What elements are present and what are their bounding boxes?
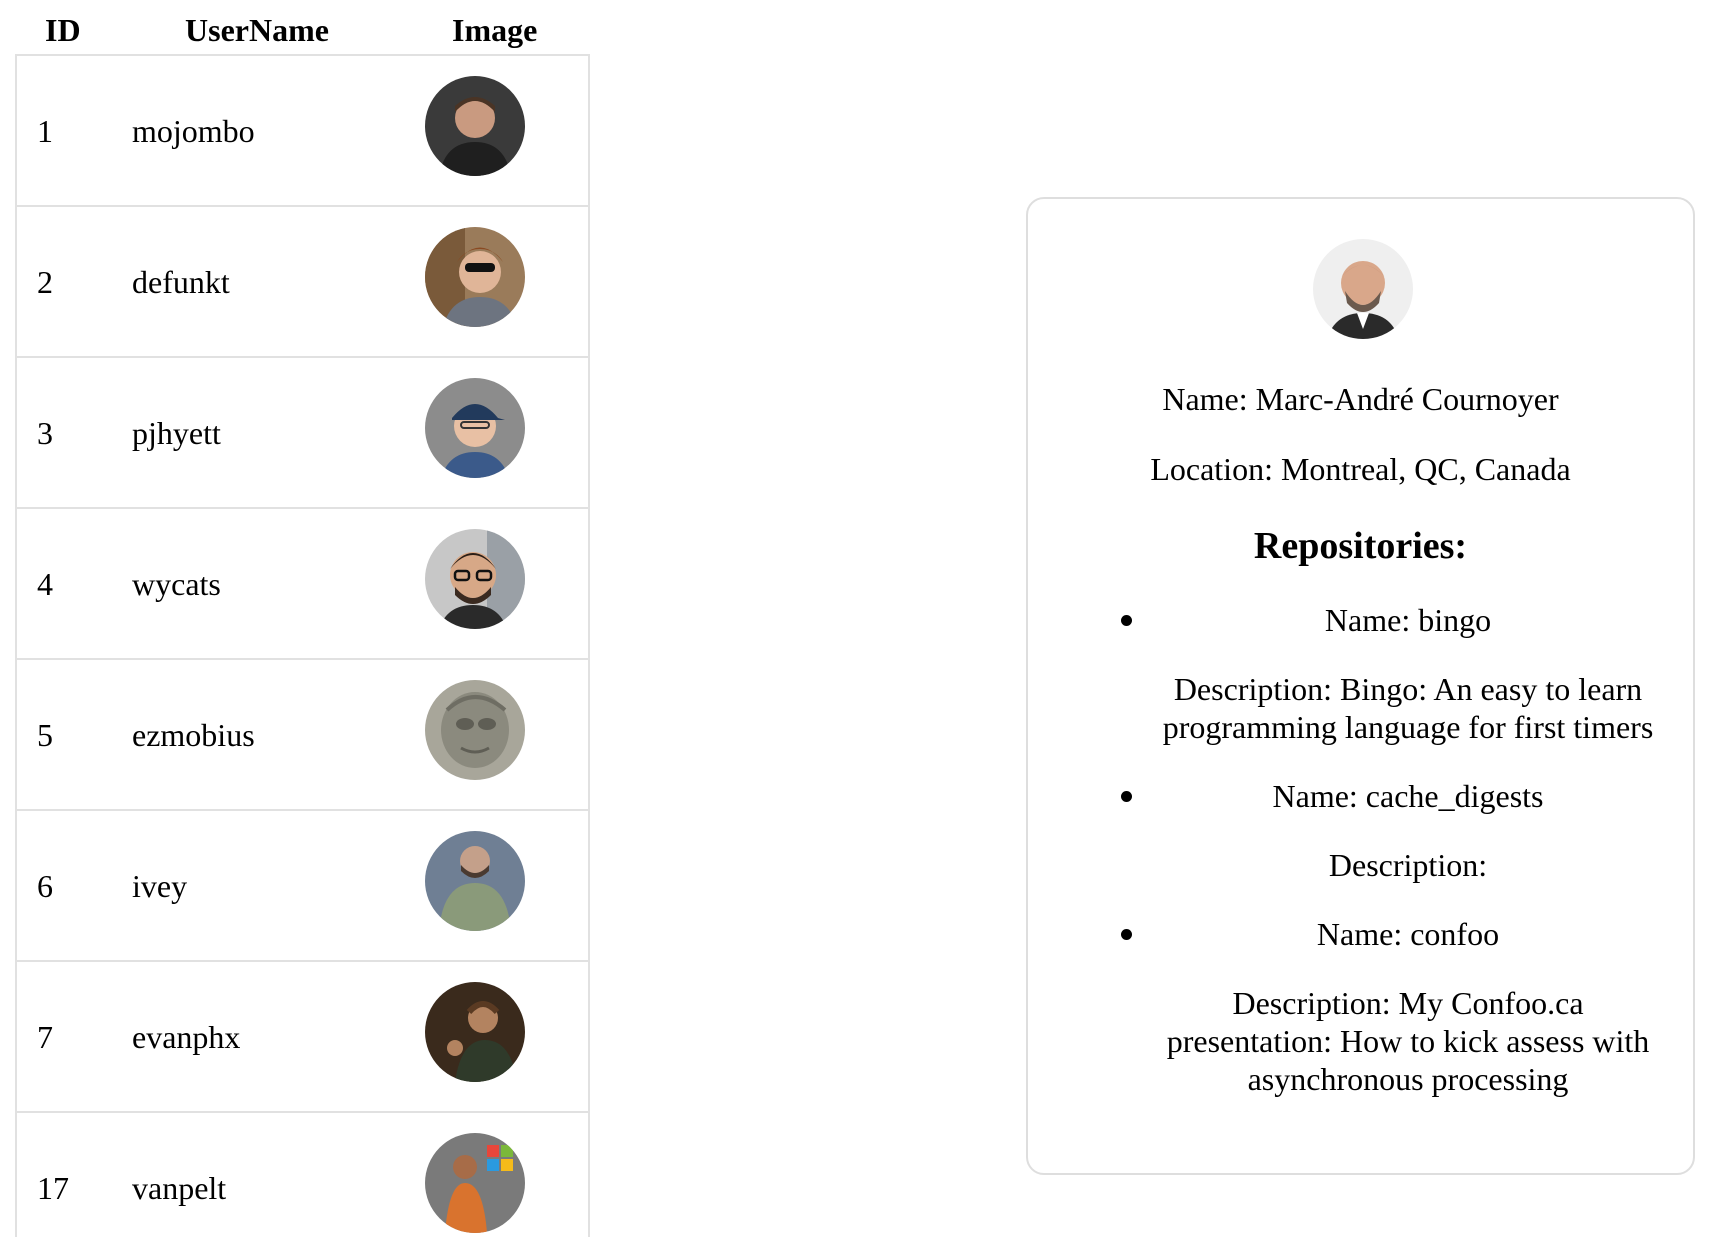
avatar[interactable] [425,982,525,1082]
repository-description: Description: [1328,847,1488,883]
user-table: ID UserName Image 1 mojombo 2 defunkt 3 … [15,0,590,1237]
user-id: 1 [37,113,53,149]
table-header: ID UserName Image [15,0,590,54]
user-id: 4 [37,566,53,602]
user-id: 7 [37,1019,53,1055]
table-row[interactable]: 7 evanphx [17,962,588,1113]
avatar[interactable] [425,227,525,327]
repository-description: Description: Bingo: An easy to learn pro… [1162,671,1654,745]
avatar[interactable] [425,1133,525,1233]
table-row[interactable]: 3 pjhyett [17,358,588,509]
table-row[interactable]: 6 ivey [17,811,588,962]
repository-list: Name: bingo Description: Bingo: An easy … [1028,601,1693,1098]
detail-avatar [1313,239,1413,339]
username: defunkt [132,264,230,300]
bullet-icon [1121,791,1132,802]
repository-description: Description: My Confoo.ca presentation: … [1166,985,1650,1097]
username: mojombo [132,113,255,149]
repository-name: Name: confoo [1316,916,1500,952]
avatar[interactable] [425,529,525,629]
username: pjhyett [132,415,221,451]
column-header-image: Image [452,12,538,48]
username: ivey [132,868,188,904]
repositories-heading: Repositories: [1253,525,1468,567]
username: vanpelt [132,1170,227,1206]
table-row[interactable]: 5 ezmobius [17,660,588,811]
repository-item: Name: confoo Description: My Confoo.ca p… [1028,915,1693,1098]
user-detail-card: Name: Marc-André Cournoyer Location: Mon… [1026,197,1695,1175]
table-row[interactable]: 1 mojombo [17,56,588,207]
username: wycats [132,566,221,602]
user-id: 2 [37,264,53,300]
avatar[interactable] [425,76,525,176]
bullet-icon [1121,615,1132,626]
user-id: 17 [37,1170,69,1206]
avatar[interactable] [425,831,525,931]
avatar[interactable] [425,378,525,478]
column-header-id: ID [45,12,81,48]
table-body: 1 mojombo 2 defunkt 3 pjhyett 4 wycats 5… [15,54,590,1237]
table-row[interactable]: 4 wycats [17,509,588,660]
repository-name: Name: cache_digests [1272,778,1544,814]
repository-item: Name: bingo Description: Bingo: An easy … [1028,601,1693,746]
username: ezmobius [132,717,255,753]
table-row[interactable]: 17 vanpelt [17,1113,588,1237]
repository-name: Name: bingo [1324,602,1492,638]
bullet-icon [1121,929,1132,940]
avatar[interactable] [425,680,525,780]
user-id: 6 [37,868,53,904]
repository-item: Name: cache_digests Description: [1028,777,1693,884]
detail-location: Location: Montreal, QC, Canada [1150,451,1571,487]
user-id: 3 [37,415,53,451]
username: evanphx [132,1019,241,1055]
column-header-username: UserName [185,12,329,48]
user-id: 5 [37,717,53,753]
detail-name: Name: Marc-André Cournoyer [1162,381,1559,417]
table-row[interactable]: 2 defunkt [17,207,588,358]
